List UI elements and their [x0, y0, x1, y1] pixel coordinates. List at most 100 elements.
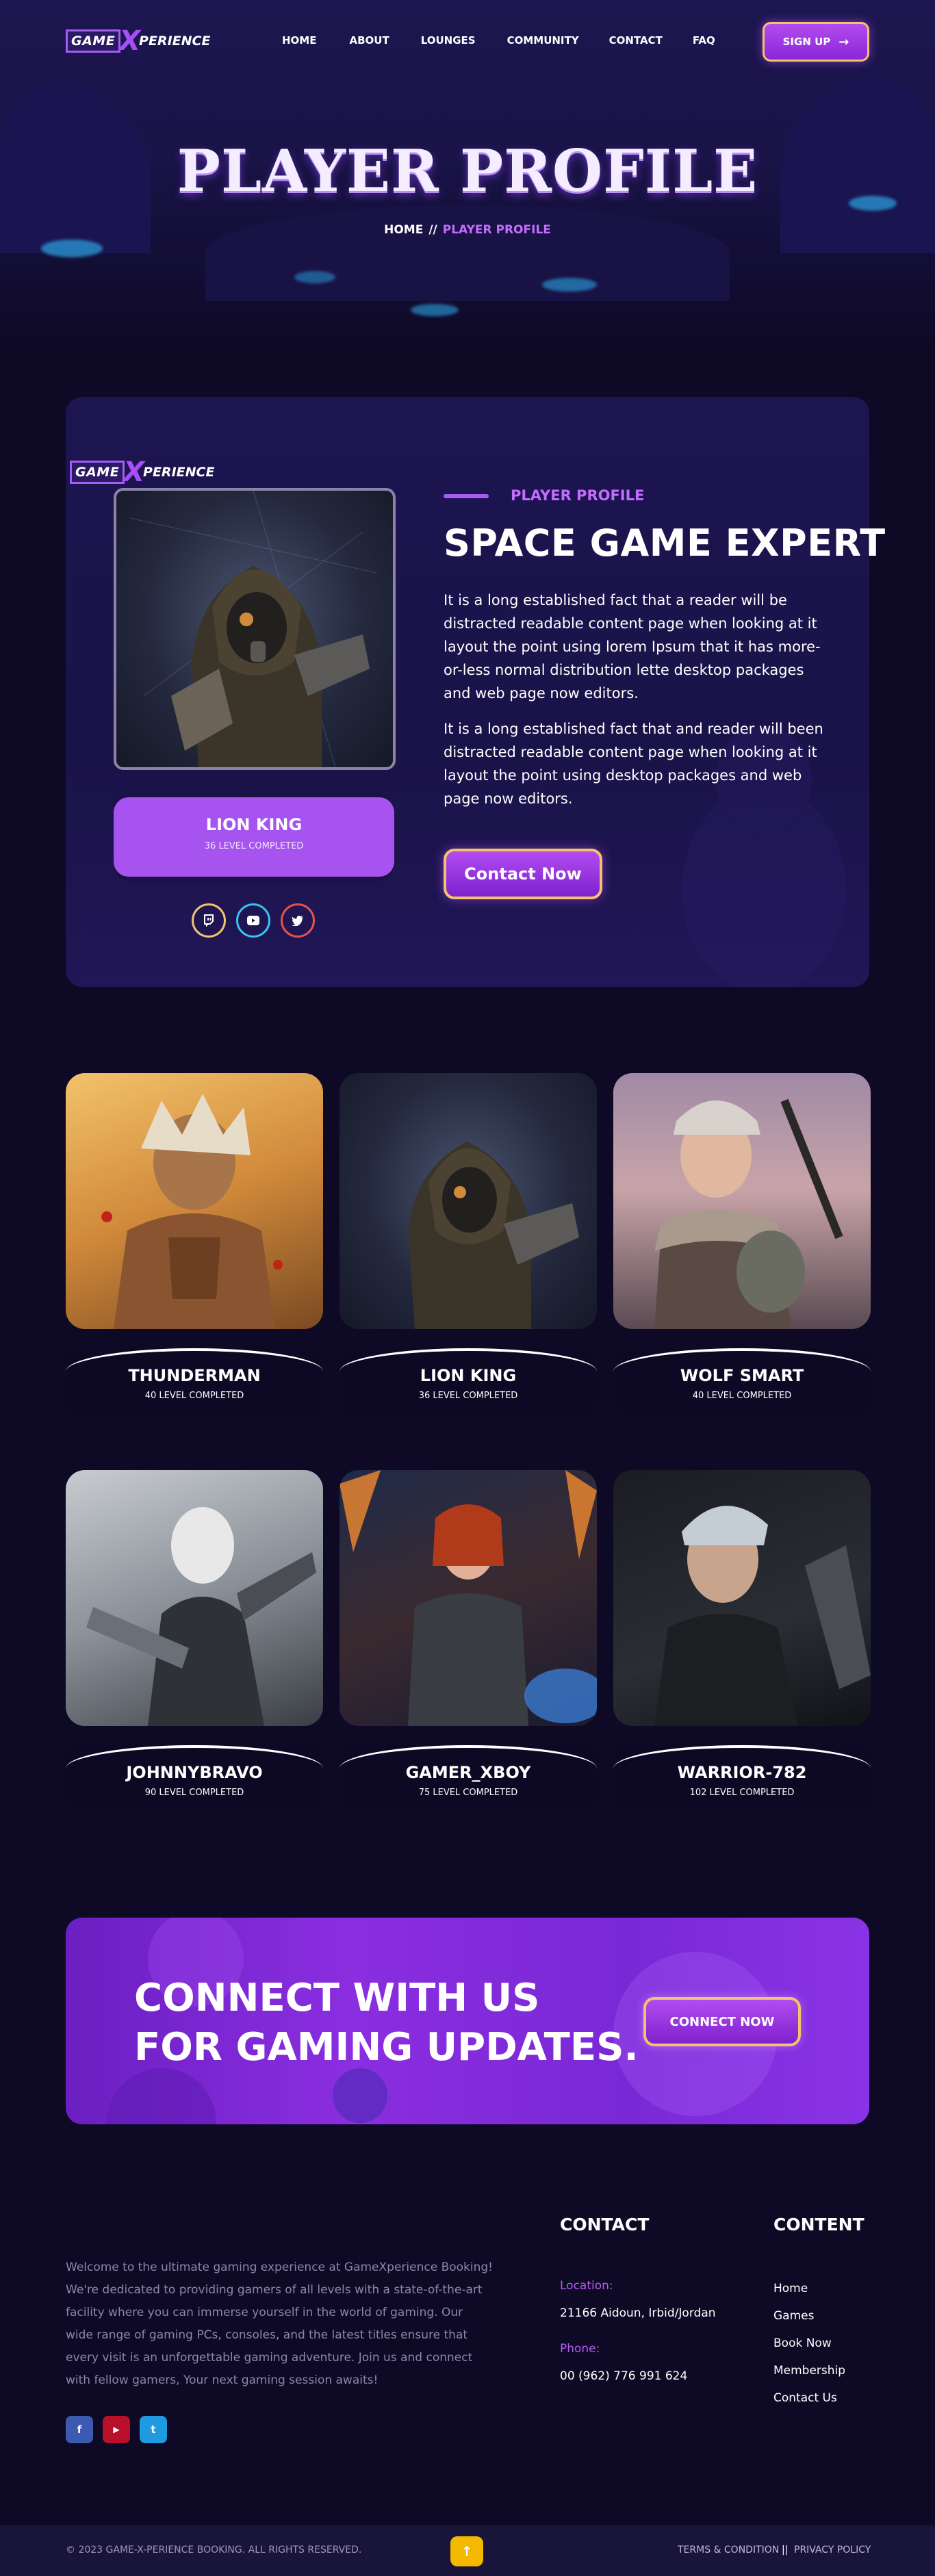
footer-about-text: Welcome to the ultimate gaming experienc…: [66, 2261, 493, 2387]
footer-link-contact-us[interactable]: Contact Us: [773, 2391, 837, 2405]
profile-logo-rest: PERIENCE: [143, 465, 215, 480]
player-plate-3: WOLF SMART 40 LEVEL COMPLETED: [613, 1348, 871, 1415]
nav-contact[interactable]: CONTACT: [609, 34, 663, 47]
hero-platform: [205, 205, 730, 301]
youtube-icon: [247, 916, 259, 925]
plate-arc: [340, 1745, 597, 1768]
plate-arc: [613, 1745, 871, 1768]
player-plate-2: LION KING 36 LEVEL COMPLETED: [340, 1348, 597, 1415]
connect-title-line-2: FOR GAMING UPDATES.: [134, 2025, 639, 2070]
logo-game-box: GAME: [66, 29, 121, 53]
legal-separator: ||: [782, 2545, 789, 2555]
hero-glow-3: [411, 304, 459, 316]
twitter-icon[interactable]: t: [140, 2416, 167, 2443]
thunderman-image: [101, 1094, 283, 1329]
footer-location-label: Location:: [560, 2279, 613, 2293]
signup-label: SIGN UP: [782, 36, 831, 48]
player-plate-6: WARRIOR-782 102 LEVEL COMPLETED: [613, 1745, 871, 1812]
player-card-image-5[interactable]: [340, 1470, 597, 1726]
terms-link[interactable]: TERMS & CONDITION: [678, 2545, 779, 2555]
profile-player-name: LION KING: [205, 815, 303, 834]
profile-name-plate: LION KING 36 LEVEL COMPLETED: [114, 797, 394, 877]
page-title: PLAYER PROFILE: [177, 137, 758, 205]
footer-phone-value[interactable]: 00 (962) 776 991 624: [560, 2369, 687, 2383]
twitch-icon: [204, 914, 214, 927]
facebook-icon[interactable]: f: [66, 2416, 93, 2443]
youtube-icon[interactable]: ▶: [103, 2416, 130, 2443]
hero-glow-1: [41, 240, 103, 257]
back-to-top-button[interactable]: ↑: [450, 2536, 483, 2566]
connect-title-line-1: CONNECT WITH US: [134, 1976, 540, 2020]
player-level: 40 LEVEL COMPLETED: [144, 1391, 244, 1401]
player-level: 36 LEVEL COMPLETED: [418, 1391, 518, 1401]
player-plate-5: GAMER_XBOY 75 LEVEL COMPLETED: [340, 1745, 597, 1812]
twitter-button[interactable]: [281, 903, 315, 938]
footer-link-membership[interactable]: Membership: [773, 2364, 845, 2378]
footer-link-games[interactable]: Games: [773, 2309, 814, 2323]
footer-location-value: 21166 Aidoun, Irbid/Jordan: [560, 2306, 716, 2320]
copyright-text: © 2023 GAME-X-PERIENCE BOOKING. ALL RIGH…: [66, 2545, 362, 2555]
player-card-image-4[interactable]: [66, 1470, 323, 1726]
nav-lounges[interactable]: LOUNGES: [421, 34, 476, 47]
plate-arc: [613, 1348, 871, 1371]
eyebrow-line: [444, 494, 489, 498]
youtube-button[interactable]: [236, 903, 270, 938]
footer-contact-heading: CONTACT: [560, 2215, 650, 2234]
player-level: 90 LEVEL COMPLETED: [144, 1788, 244, 1798]
arrow-up-icon: ↑: [461, 2543, 473, 2560]
player-level: 40 LEVEL COMPLETED: [692, 1391, 792, 1401]
connect-now-button[interactable]: CONNECT NOW: [643, 1997, 801, 2046]
hero-glow-5: [294, 271, 335, 283]
main-nav: HOME ABOUT LOUNGES COMMUNITY CONTACT FAQ: [282, 34, 715, 47]
footer-phone-label: Phone:: [560, 2342, 600, 2356]
plate-arc: [340, 1348, 597, 1371]
breadcrumb-home[interactable]: HOME: [384, 223, 423, 237]
hero-glow-4: [542, 278, 597, 292]
gamer-xboy-image: [340, 1470, 597, 1726]
profile-paragraph-1: It is a long established fact that a rea…: [444, 592, 821, 701]
warrior-782-image: [654, 1506, 871, 1726]
plate-arc: [66, 1745, 323, 1768]
footer-link-home[interactable]: Home: [773, 2282, 808, 2295]
arrow-right-icon: →: [838, 34, 849, 49]
breadcrumb-separator: //: [428, 223, 437, 237]
twitter-icon: [292, 915, 303, 926]
lion-king-image: [408, 1142, 579, 1329]
player-portrait: [114, 488, 396, 770]
twitch-button[interactable]: [192, 903, 226, 938]
footer-link-book-now[interactable]: Book Now: [773, 2336, 832, 2350]
footer-content-heading: CONTENT: [773, 2215, 864, 2234]
site-logo[interactable]: GAME X PERIENCE: [66, 25, 211, 57]
breadcrumb: HOME // PLAYER PROFILE: [0, 223, 935, 237]
contact-now-button[interactable]: Contact Now: [444, 849, 602, 899]
player-card-image-1[interactable]: [66, 1073, 323, 1329]
profile-logo-x: X: [123, 456, 145, 488]
profile-player-level: 36 LEVEL COMPLETED: [204, 841, 304, 851]
player-plate-1: THUNDERMAN 40 LEVEL COMPLETED: [66, 1348, 323, 1415]
profile-heading: SPACE GAME EXPERT: [444, 521, 886, 565]
player-plate-4: JOHNNYBRAVO 90 LEVEL COMPLETED: [66, 1745, 323, 1812]
nav-about[interactable]: ABOUT: [349, 34, 389, 47]
connect-title: CONNECT WITH US FOR GAMING UPDATES.: [134, 1974, 639, 2072]
wolf-smart-image: [654, 1098, 843, 1329]
nav-faq[interactable]: FAQ: [693, 34, 715, 47]
johnnybravo-image: [86, 1507, 316, 1726]
profile-logo-box: GAME: [70, 461, 125, 484]
nav-community[interactable]: COMMUNITY: [507, 34, 579, 47]
player-card-image-6[interactable]: [613, 1470, 871, 1726]
player-card-image-2[interactable]: [340, 1073, 597, 1329]
logo-x: X: [119, 25, 141, 57]
profile-eyebrow: PLAYER PROFILE: [511, 487, 645, 504]
profile-paragraph-2: It is a long established fact that and r…: [444, 721, 823, 807]
player-level: 75 LEVEL COMPLETED: [418, 1788, 518, 1798]
breadcrumb-current: PLAYER PROFILE: [442, 223, 551, 237]
privacy-link[interactable]: PRIVACY POLICY: [794, 2545, 871, 2555]
hooded-soldier-image: [129, 491, 377, 767]
profile-logo: GAME X PERIENCE: [70, 459, 214, 486]
player-card-image-3[interactable]: [613, 1073, 871, 1329]
logo-rest: PERIENCE: [139, 34, 211, 49]
nav-home[interactable]: HOME: [282, 34, 316, 47]
player-level: 102 LEVEL COMPLETED: [689, 1788, 795, 1798]
plate-arc: [66, 1348, 323, 1371]
signup-button[interactable]: SIGN UP →: [763, 22, 869, 62]
